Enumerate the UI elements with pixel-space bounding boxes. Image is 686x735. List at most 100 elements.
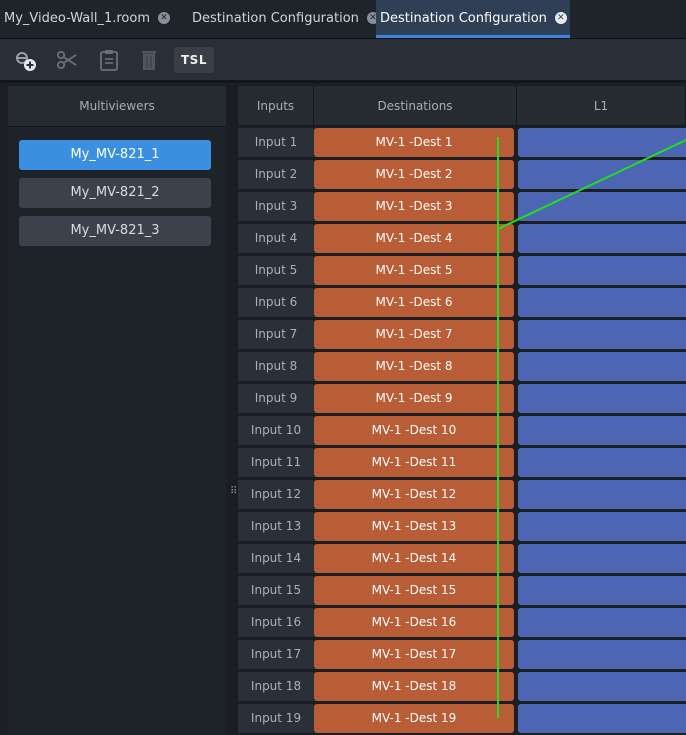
- input-label: Input 18: [238, 672, 314, 701]
- cut-button[interactable]: [54, 47, 80, 73]
- table-row: Input 16 MV-1 -Dest 16: [238, 608, 686, 637]
- table-row: Input 4 MV-1 -Dest 4: [238, 224, 686, 253]
- destination-cell[interactable]: MV-1 -Dest 8: [314, 352, 514, 381]
- input-label: Input 19: [238, 704, 314, 733]
- input-label: Input 7: [238, 320, 314, 349]
- multiviewer-item-3[interactable]: My_MV-821_3: [19, 216, 211, 246]
- add-link-button[interactable]: [12, 47, 38, 73]
- multiviewer-item-2[interactable]: My_MV-821_2: [19, 178, 211, 208]
- close-tab-icon[interactable]: ✕: [554, 11, 567, 24]
- destination-cell[interactable]: MV-1 -Dest 7: [314, 320, 514, 349]
- tsl-button[interactable]: TSL: [174, 47, 214, 73]
- destination-cell[interactable]: MV-1 -Dest 2: [314, 160, 514, 189]
- table-row: Input 18 MV-1 -Dest 18: [238, 672, 686, 701]
- column-header-inputs: Inputs: [238, 86, 314, 126]
- destination-cell[interactable]: MV-1 -Dest 4: [314, 224, 514, 253]
- l1-cell[interactable]: [518, 448, 686, 477]
- input-label: Input 4: [238, 224, 314, 253]
- destination-cell[interactable]: MV-1 -Dest 5: [314, 256, 514, 285]
- table-row: Input 19 MV-1 -Dest 19: [238, 704, 686, 733]
- table-row: Input 13 MV-1 -Dest 13: [238, 512, 686, 541]
- l1-cell[interactable]: [518, 672, 686, 701]
- add-link-icon: [16, 52, 36, 71]
- delete-button[interactable]: [136, 47, 162, 73]
- scissors-icon: [56, 50, 77, 70]
- destination-cell[interactable]: MV-1 -Dest 16: [314, 608, 514, 637]
- input-label: Input 5: [238, 256, 314, 285]
- destination-grid: Inputs Destinations L1 Input 1 MV-1 -Dest…: [238, 86, 686, 735]
- input-label: Input 9: [238, 384, 314, 413]
- multiviewer-item-1[interactable]: My_MV-821_1: [19, 140, 211, 170]
- table-row: Input 3 MV-1 -Dest 3: [238, 192, 686, 221]
- column-header-destinations: Destinations: [314, 86, 517, 126]
- l1-cell[interactable]: [518, 512, 686, 541]
- input-label: Input 13: [238, 512, 314, 541]
- destination-cell[interactable]: MV-1 -Dest 19: [314, 704, 514, 733]
- destination-cell[interactable]: MV-1 -Dest 15: [314, 576, 514, 605]
- l1-cell[interactable]: [518, 384, 686, 413]
- destination-cell[interactable]: MV-1 -Dest 9: [314, 384, 514, 413]
- table-row: Input 17 MV-1 -Dest 17: [238, 640, 686, 669]
- input-label: Input 10: [238, 416, 314, 445]
- l1-cell[interactable]: [518, 320, 686, 349]
- input-label: Input 3: [238, 192, 314, 221]
- tab-video-wall-room[interactable]: My_Video-Wall_1.room ✕: [0, 0, 188, 38]
- l1-cell[interactable]: [518, 608, 686, 637]
- l1-cell[interactable]: [518, 704, 686, 733]
- tab-bar: My_Video-Wall_1.room ✕ Destination Config…: [0, 0, 686, 39]
- destination-cell[interactable]: MV-1 -Dest 3: [314, 192, 514, 221]
- destination-cell[interactable]: MV-1 -Dest 6: [314, 288, 514, 317]
- panel-splitter[interactable]: [226, 86, 238, 735]
- trash-icon: [142, 51, 156, 70]
- l1-cell[interactable]: [518, 352, 686, 381]
- table-row: Input 15 MV-1 -Dest 15: [238, 576, 686, 605]
- input-label: Input 14: [238, 544, 314, 573]
- l1-cell[interactable]: [518, 416, 686, 445]
- tab-label: Destination Configuration: [192, 11, 359, 26]
- destination-cell[interactable]: MV-1 -Dest 17: [314, 640, 514, 669]
- destination-cell[interactable]: MV-1 -Dest 18: [314, 672, 514, 701]
- destination-cell[interactable]: MV-1 -Dest 14: [314, 544, 514, 573]
- tab-label: My_Video-Wall_1.room: [4, 11, 150, 26]
- input-label: Input 8: [238, 352, 314, 381]
- input-label: Input 1: [238, 128, 314, 157]
- paste-button[interactable]: [96, 47, 122, 73]
- input-label: Input 16: [238, 608, 314, 637]
- input-label: Input 6: [238, 288, 314, 317]
- clipboard-icon: [100, 50, 118, 71]
- l1-cell[interactable]: [518, 192, 686, 221]
- table-row: Input 2 MV-1 -Dest 2: [238, 160, 686, 189]
- destination-cell[interactable]: MV-1 -Dest 1: [314, 128, 514, 157]
- multiviewers-header: Multiviewers: [8, 86, 226, 127]
- l1-cell[interactable]: [518, 640, 686, 669]
- tab-destination-configuration-2[interactable]: Destination Configuration ✕: [376, 0, 570, 38]
- table-row: Input 9 MV-1 -Dest 9: [238, 384, 686, 413]
- close-tab-icon[interactable]: ✕: [157, 11, 170, 24]
- input-label: Input 2: [238, 160, 314, 189]
- l1-cell[interactable]: [518, 160, 686, 189]
- destination-cell[interactable]: MV-1 -Dest 12: [314, 480, 514, 509]
- input-label: Input 15: [238, 576, 314, 605]
- table-row: Input 12 MV-1 -Dest 12: [238, 480, 686, 509]
- l1-cell[interactable]: [518, 480, 686, 509]
- table-row: Input 10 MV-1 -Dest 10: [238, 416, 686, 445]
- l1-cell[interactable]: [518, 544, 686, 573]
- table-row: Input 14 MV-1 -Dest 14: [238, 544, 686, 573]
- column-header-l1: L1: [517, 86, 686, 126]
- l1-cell[interactable]: [518, 128, 686, 157]
- splitter-grip-icon[interactable]: ⠿: [230, 486, 237, 497]
- table-row: Input 8 MV-1 -Dest 8: [238, 352, 686, 381]
- multiviewers-panel: Multiviewers My_MV-821_1 My_MV-821_2 My_…: [8, 86, 226, 735]
- destination-cell[interactable]: MV-1 -Dest 13: [314, 512, 514, 541]
- destination-cell[interactable]: MV-1 -Dest 10: [314, 416, 514, 445]
- l1-cell[interactable]: [518, 576, 686, 605]
- input-label: Input 11: [238, 448, 314, 477]
- toolbar: TSL: [0, 39, 686, 83]
- l1-cell[interactable]: [518, 256, 686, 285]
- input-label: Input 12: [238, 480, 314, 509]
- table-row: Input 7 MV-1 -Dest 7: [238, 320, 686, 349]
- l1-cell[interactable]: [518, 224, 686, 253]
- destination-cell[interactable]: MV-1 -Dest 11: [314, 448, 514, 477]
- l1-cell[interactable]: [518, 288, 686, 317]
- tab-destination-configuration-1[interactable]: Destination Configuration ✕: [188, 0, 379, 38]
